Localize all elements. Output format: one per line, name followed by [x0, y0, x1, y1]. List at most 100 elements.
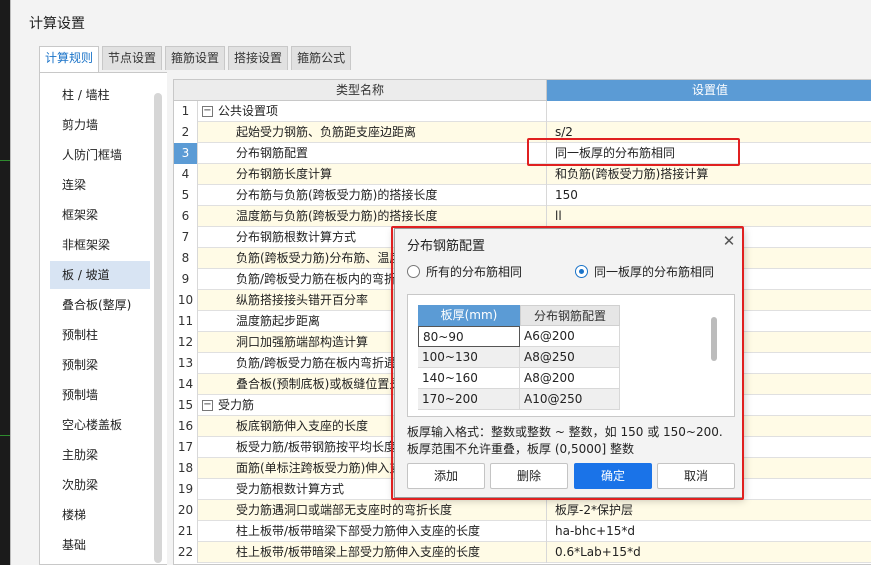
- setting-name-label: 洞口加强筋端部构造计算: [236, 335, 369, 349]
- setting-name: 分布筋与负筋(跨板受力筋)的搭接长度: [198, 185, 547, 206]
- sidebar-item-precast-beam[interactable]: 预制梁: [50, 351, 150, 379]
- column-header-value: 设置值: [547, 80, 871, 101]
- setting-name-label: 分布钢筋配置: [236, 146, 309, 160]
- setting-name-label: 分布筋与负筋(跨板受力筋)的搭接长度: [236, 188, 438, 202]
- setting-name-label: 负筋(跨板受力筋)分布筋、温度: [236, 251, 402, 265]
- sidebar-item-civil-defense-wall[interactable]: 人防门框墙: [50, 141, 150, 169]
- setting-name: 柱上板带/板带暗梁上部受力筋伸入支座的长度: [198, 542, 547, 563]
- setting-name-label: 分布钢筋根数计算方式: [236, 230, 357, 244]
- setting-name-label: 负筋/跨板受力筋在板内的弯折长: [236, 272, 409, 286]
- highlight-dialog: [391, 226, 744, 500]
- setting-name: 柱上板带/板带暗梁下部受力筋伸入支座的长度: [198, 521, 547, 542]
- setting-name-label: 板受力筋/板带钢筋按平均长度: [236, 440, 397, 454]
- tab-stirrup-settings[interactable]: 箍筋设置: [165, 46, 226, 70]
- row-number: 4: [174, 164, 198, 185]
- setting-name-label: 公共设置项: [218, 104, 279, 118]
- row-number: 9: [174, 269, 198, 290]
- setting-name-label: 分布钢筋长度计算: [236, 167, 333, 181]
- row-number: 22: [174, 542, 198, 563]
- row-number: 6: [174, 206, 198, 227]
- sidebar-item-non-frame-beam[interactable]: 非框架梁: [50, 231, 150, 259]
- setting-name: 受力筋遇洞口或端部无支座时的弯折长度: [198, 500, 547, 521]
- setting-name-label: 温度筋起步距离: [236, 314, 321, 328]
- sidebar-item-precast-wall[interactable]: 预制墙: [50, 381, 150, 409]
- row-number: 7: [174, 227, 198, 248]
- highlight-selected-value: [527, 138, 740, 166]
- setting-value[interactable]: 板厚-2*保护层: [555, 500, 871, 521]
- row-number: 2: [174, 122, 198, 143]
- table-row[interactable]: 22 柱上板带/板带暗梁上部受力筋伸入支座的长度 0.6*Lab+15*d: [174, 542, 871, 563]
- setting-name-label: 受力筋遇洞口或端部无支座时的弯折长度: [236, 503, 453, 517]
- setting-name: 分布钢筋长度计算: [198, 164, 547, 185]
- setting-name-label: 受力筋根数计算方式: [236, 482, 345, 496]
- setting-name: − 公共设置项: [198, 101, 547, 122]
- setting-name: 温度筋与负筋(跨板受力筋)的搭接长度: [198, 206, 547, 227]
- setting-value[interactable]: ha-bhc+15*d: [555, 521, 871, 542]
- setting-name-label: 面筋(单标注跨板受力筋)伸入支: [236, 461, 402, 475]
- setting-value[interactable]: 和负筋(跨板受力筋)搭接计算: [555, 164, 871, 185]
- setting-value[interactable]: 0.6*Lab+15*d: [555, 542, 871, 563]
- sidebar-item-frame-beam[interactable]: 框架梁: [50, 201, 150, 229]
- tab-node-settings[interactable]: 节点设置: [102, 46, 163, 70]
- guide-line: [0, 160, 10, 161]
- sidebar-item-hollow-slab[interactable]: 空心楼盖板: [50, 411, 150, 439]
- sidebar-item-column[interactable]: 柱 / 墙柱: [50, 81, 150, 109]
- setting-value[interactable]: ll: [555, 206, 871, 227]
- setting-name: 起始受力钢筋、负筋距支座边距离: [198, 122, 547, 143]
- setting-name-label: 起始受力钢筋、负筋距支座边距离: [236, 125, 417, 139]
- row-number: 5: [174, 185, 198, 206]
- table-row[interactable]: 21 柱上板带/板带暗梁下部受力筋伸入支座的长度 ha-bhc+15*d: [174, 521, 871, 542]
- tab-calc-rules[interactable]: 计算规则: [39, 46, 100, 72]
- row-number: 10: [174, 290, 198, 311]
- row-number: 3: [174, 143, 198, 164]
- tab-bar: 计算规则 节点设置 箍筋设置 搭接设置 箍筋公式: [39, 46, 354, 72]
- row-number: 18: [174, 458, 198, 479]
- sidebar-item-coupling-beam[interactable]: 连梁: [50, 171, 150, 199]
- setting-value[interactable]: [555, 101, 871, 122]
- sidebar-item-secondary-rib-beam[interactable]: 次肋梁: [50, 471, 150, 499]
- table-row[interactable]: 20 受力筋遇洞口或端部无支座时的弯折长度 板厚-2*保护层: [174, 500, 871, 521]
- collapse-icon[interactable]: −: [202, 106, 213, 117]
- sidebar-item-stair[interactable]: 楼梯: [50, 501, 150, 529]
- row-number: 12: [174, 332, 198, 353]
- row-number: 15: [174, 395, 198, 416]
- setting-name-label: 柱上板带/板带暗梁下部受力筋伸入支座的长度: [236, 524, 481, 538]
- setting-name-label: 负筋/跨板受力筋在板内弯折遇: [236, 356, 397, 370]
- table-row[interactable]: 1− 公共设置项: [174, 101, 871, 122]
- column-header-name: 类型名称: [174, 80, 547, 101]
- table-row[interactable]: 5 分布筋与负筋(跨板受力筋)的搭接长度 150: [174, 185, 871, 206]
- sidebar-item-shear-wall[interactable]: 剪力墙: [50, 111, 150, 139]
- table-row[interactable]: 6 温度筋与负筋(跨板受力筋)的搭接长度 ll: [174, 206, 871, 227]
- sidebar-item-foundation[interactable]: 基础: [50, 531, 150, 559]
- setting-name-label: 温度筋与负筋(跨板受力筋)的搭接长度: [236, 209, 438, 223]
- table-row[interactable]: 4 分布钢筋长度计算 和负筋(跨板受力筋)搭接计算: [174, 164, 871, 185]
- table-row[interactable]: 3 分布钢筋配置 同一板厚的分布筋相同: [174, 143, 871, 164]
- setting-name-label: 板底钢筋伸入支座的长度: [236, 419, 369, 433]
- row-number: 20: [174, 500, 198, 521]
- sidebar-scrollbar[interactable]: [154, 93, 162, 563]
- setting-name-label: 受力筋: [218, 398, 255, 412]
- setting-name: 分布钢筋配置: [198, 143, 547, 164]
- tab-lap-settings[interactable]: 搭接设置: [228, 46, 289, 70]
- setting-value[interactable]: 150: [555, 185, 871, 206]
- row-number: 21: [174, 521, 198, 542]
- row-number: 8: [174, 248, 198, 269]
- sidebar-item-main-rib-beam[interactable]: 主肋梁: [50, 441, 150, 469]
- collapse-icon[interactable]: −: [202, 400, 213, 411]
- row-number: 11: [174, 311, 198, 332]
- tab-stirrup-formula[interactable]: 箍筋公式: [291, 46, 352, 70]
- component-list: 柱 / 墙柱 剪力墙 人防门框墙 连梁 框架梁 非框架梁 板 / 坡道 叠合板(…: [39, 72, 167, 565]
- setting-name-label: 纵筋搭接接头错开百分率: [236, 293, 369, 307]
- row-number: 13: [174, 353, 198, 374]
- sidebar-item-slab[interactable]: 板 / 坡道: [50, 261, 150, 289]
- sidebar-item-composite-slab[interactable]: 叠合板(整厚): [50, 291, 150, 319]
- row-number: 17: [174, 437, 198, 458]
- window-title: 计算设置: [29, 16, 85, 32]
- setting-name-label: 叠合板(预制底板)或板缝位置是: [236, 377, 402, 391]
- row-number: 19: [174, 479, 198, 500]
- guide-line: [0, 435, 10, 436]
- row-number: 14: [174, 374, 198, 395]
- table-row[interactable]: 2 起始受力钢筋、负筋距支座边距离 s/2: [174, 122, 871, 143]
- row-number: 16: [174, 416, 198, 437]
- sidebar-item-precast-column[interactable]: 预制柱: [50, 321, 150, 349]
